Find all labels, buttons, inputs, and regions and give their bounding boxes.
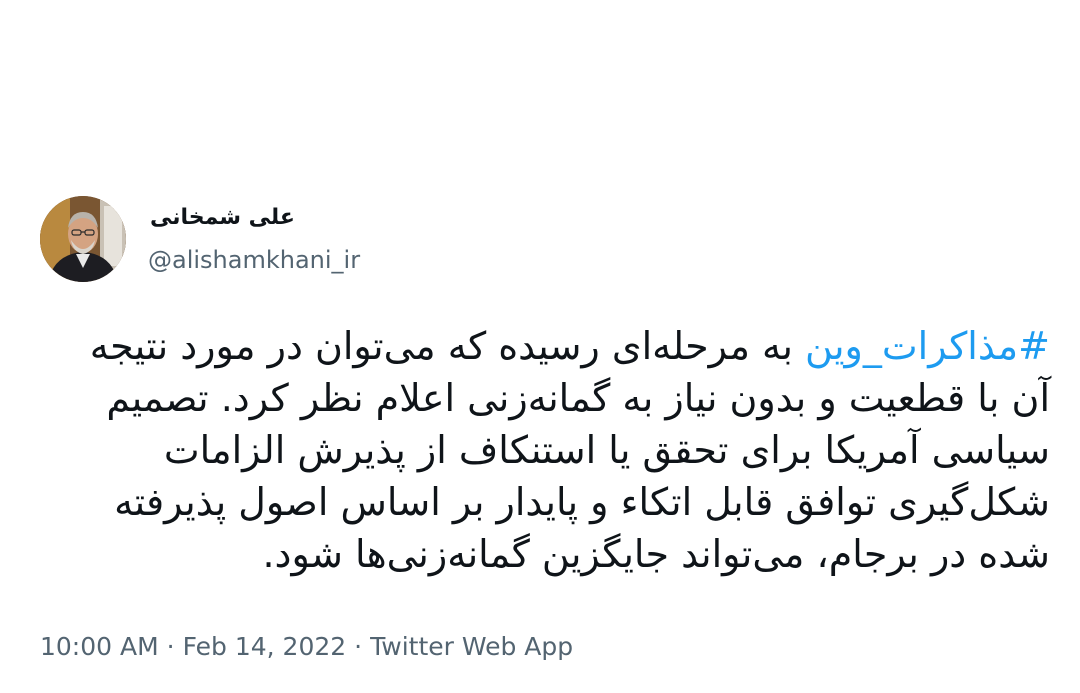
tweet-card: علی شمخانی @alishamkhani_ir #مذاکرات_وین… <box>0 0 1080 693</box>
tweet-date[interactable]: Feb 14, 2022 <box>183 632 347 661</box>
meta-separator: · <box>166 632 175 661</box>
author-display-name[interactable]: علی شمخانی <box>150 205 295 230</box>
tweet-meta: 10:00 AM · Feb 14, 2022 · Twitter Web App <box>40 632 573 661</box>
meta-separator: · <box>354 632 363 661</box>
avatar-image <box>40 196 126 282</box>
tweet-text: #مذاکرات_وین به مرحله‌ای رسیده که می‌توا… <box>40 320 1050 580</box>
tweet-time[interactable]: 10:00 AM <box>40 632 159 661</box>
avatar[interactable] <box>40 196 126 282</box>
author-handle[interactable]: @alishamkhani_ir <box>148 246 360 274</box>
tweet-source[interactable]: Twitter Web App <box>370 632 573 661</box>
hashtag-link[interactable]: #مذاکرات_وین <box>805 324 1050 368</box>
